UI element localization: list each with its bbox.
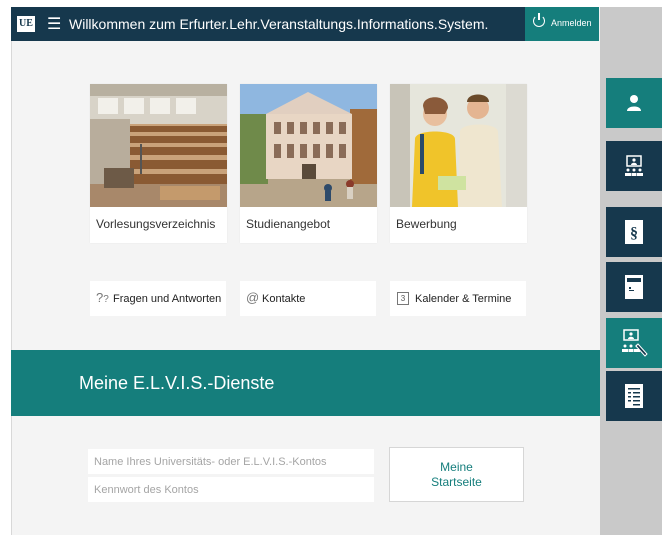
link-label: Fragen und Antworten — [113, 293, 222, 305]
students-image — [390, 84, 527, 207]
at-icon: @ — [246, 290, 260, 305]
sidebar-list-button[interactable] — [606, 371, 662, 421]
university-building-image — [240, 84, 377, 207]
my-startpage-button[interactable]: Meine Startseite — [389, 447, 524, 502]
top-bar: UE ☰ Willkommen zum Erfurter.Lehr.Verans… — [11, 7, 525, 41]
form-icon — [625, 275, 643, 299]
menu-icon[interactable]: ☰ — [47, 14, 61, 34]
sidebar-teaching-button[interactable] — [606, 318, 662, 368]
lecture-hall-image — [90, 84, 227, 207]
paragraph-icon: § — [625, 220, 643, 244]
tile-label: Studienangebot — [246, 217, 331, 231]
university-logo[interactable]: UE — [17, 16, 35, 32]
sidebar-form-button[interactable] — [606, 262, 662, 312]
teaching-icon — [622, 329, 648, 357]
user-icon — [627, 95, 641, 111]
calendar-icon: 3 — [397, 292, 409, 305]
link-label: Kalender & Termine — [415, 293, 512, 305]
svg-text:§: § — [630, 225, 638, 242]
login-button[interactable]: Anmelden — [525, 7, 599, 41]
power-icon — [533, 13, 545, 27]
password-input[interactable] — [88, 477, 374, 502]
sidebar-lecture-button[interactable] — [606, 141, 662, 191]
sidebar-law-button[interactable]: § — [606, 207, 662, 257]
startpage-label-line2: Startseite — [431, 474, 482, 489]
tile-studienangebot[interactable]: Studienangebot — [240, 84, 377, 243]
link-calendar[interactable]: 3 Kalender & Termine — [390, 281, 526, 316]
app-title: Willkommen zum Erfurter.Lehr.Veranstaltu… — [69, 16, 489, 32]
link-label: Kontakte — [262, 293, 306, 305]
startpage-label-line1: Meine — [440, 459, 473, 474]
login-label: Anmelden — [551, 18, 592, 28]
question-icon: ?? — [96, 290, 109, 305]
lecture-icon — [625, 155, 643, 176]
tile-label: Bewerbung — [396, 217, 457, 231]
sidebar-user-button[interactable] — [606, 78, 662, 128]
services-title: Meine E.L.V.I.S.-Dienste — [79, 373, 275, 393]
username-input[interactable] — [88, 449, 374, 474]
tile-bewerbung[interactable]: Bewerbung — [390, 84, 527, 243]
link-contacts[interactable]: @ Kontakte — [240, 281, 376, 316]
tile-label: Vorlesungsverzeichnis — [96, 217, 216, 231]
link-faq[interactable]: ?? Fragen und Antworten — [90, 281, 226, 316]
tile-vorlesungsverzeichnis[interactable]: Vorlesungsverzeichnis — [90, 84, 227, 243]
list-document-icon — [625, 384, 643, 408]
